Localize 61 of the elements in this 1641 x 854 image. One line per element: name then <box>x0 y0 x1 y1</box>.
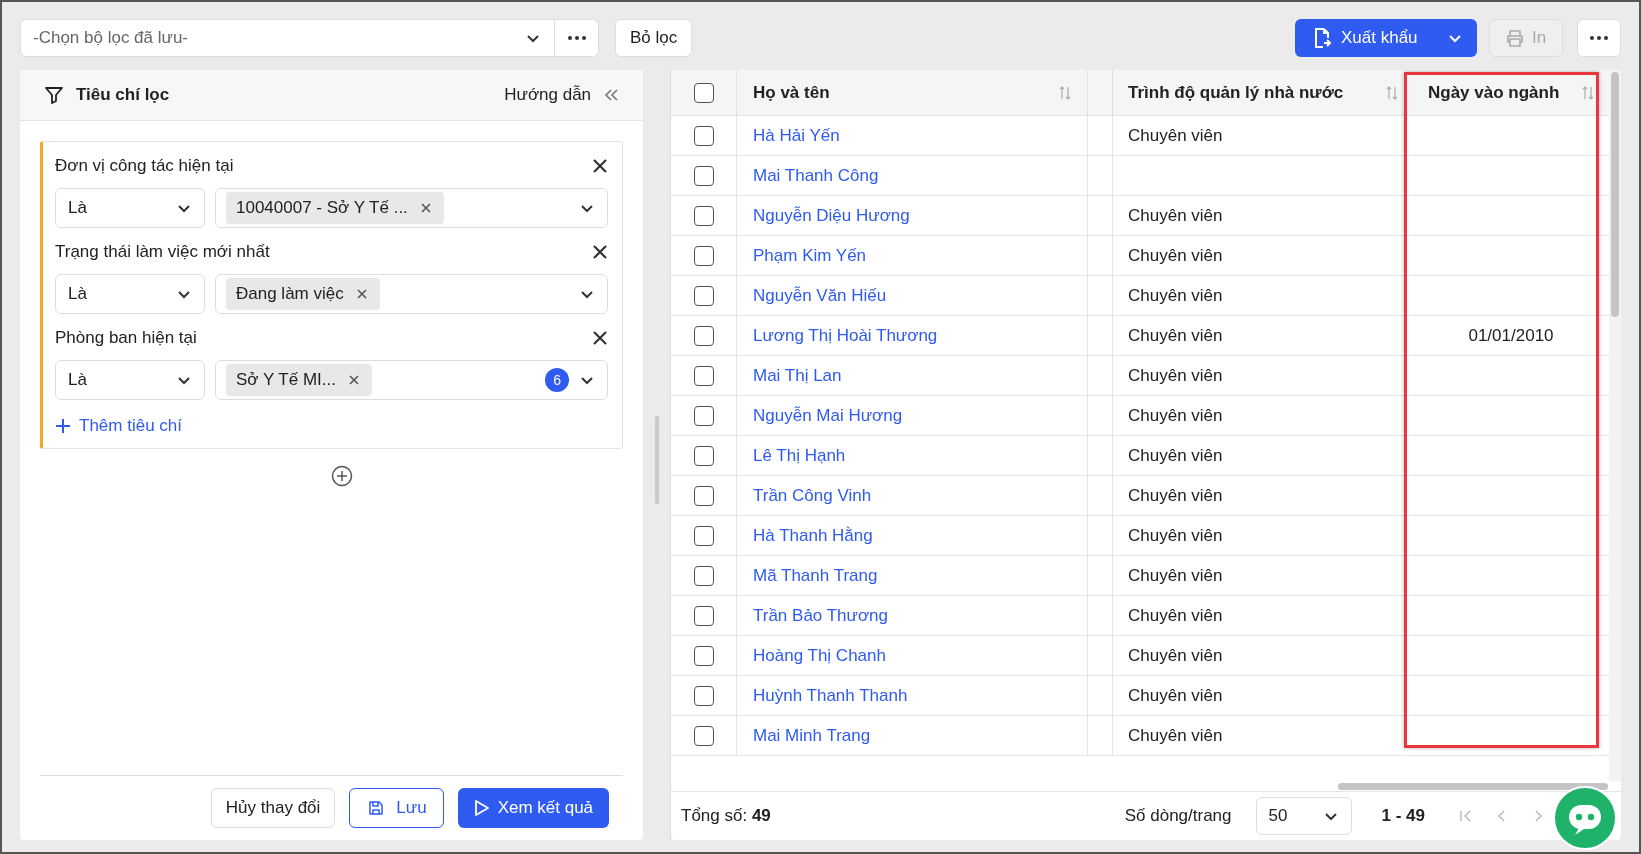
add-criterion-link[interactable]: Thêm tiêu chí <box>55 416 609 436</box>
save-button[interactable]: Lưu <box>349 788 444 828</box>
value-select[interactable]: Sở Y Tế MI... 6 <box>215 360 609 400</box>
operator-select[interactable]: Là <box>55 274 205 314</box>
employee-name-link[interactable]: Trần Công Vinh <box>753 485 872 506</box>
table-cell: Chuyên viên <box>1128 485 1223 506</box>
criterion-label: Trạng thái làm việc mới nhất <box>55 242 270 262</box>
employee-name-link[interactable]: Mai Thanh Công <box>753 165 879 186</box>
employee-name-link[interactable]: Trần Bảo Thương <box>753 605 888 626</box>
employee-name-link[interactable]: Lương Thị Hoài Thương <box>753 325 938 346</box>
table-cell: Chuyên viên <box>1128 285 1223 306</box>
operator-select[interactable]: Là <box>55 188 205 228</box>
employee-name-link[interactable]: Nguyễn Văn Hiếu <box>753 285 887 306</box>
employee-name-link[interactable]: Mã Thanh Trang <box>753 565 878 586</box>
table-cell: 01/01/2010 <box>1468 325 1554 346</box>
column-header[interactable]: Họ và tên <box>737 70 1088 115</box>
employee-name-link[interactable]: Nguyễn Mai Hương <box>753 405 903 426</box>
table-cell: Chuyên viên <box>1128 445 1223 466</box>
value-tag: Sở Y Tế MI... <box>226 364 372 396</box>
employee-name-link[interactable]: Hà Thanh Hằng <box>753 525 873 546</box>
panel-title: Tiêu chí lọc <box>76 85 170 105</box>
count-badge: 6 <box>545 368 570 392</box>
view-results-button[interactable]: Xem kết quả <box>457 788 610 828</box>
table-cell: Chuyên viên <box>1128 125 1223 146</box>
employee-name-link[interactable]: Mai Thị Lan <box>753 365 842 386</box>
employee-name-link[interactable]: Hà Hải Yến <box>753 125 840 146</box>
table-cell: Chuyên viên <box>1128 645 1223 666</box>
saved-filter-select[interactable]: -Chọn bộ lọc đã lưu- <box>20 19 555 57</box>
table-cell: Chuyên viên <box>1128 245 1223 266</box>
table-cell: Chuyên viên <box>1128 605 1223 626</box>
employee-name-link[interactable]: Nguyễn Diệu Hương <box>753 205 910 226</box>
table-cell: Chuyên viên <box>1128 205 1223 226</box>
value-select[interactable]: Đang làm việc <box>215 274 609 314</box>
table-cell: Chuyên viên <box>1128 405 1223 426</box>
page-range: 1 - 49 <box>1381 806 1425 826</box>
table-cell: Chuyên viên <box>1128 325 1223 346</box>
page-size-select[interactable]: 50 <box>1255 797 1352 835</box>
employee-name-link[interactable]: Mai Minh Trang <box>753 725 871 746</box>
page-size-label: Số dòng/trang <box>1124 806 1232 826</box>
value-tag: Đang làm việc <box>226 278 380 310</box>
criterion-label: Đơn vị công tác hiện tại <box>55 156 234 176</box>
guide-link[interactable]: Hướng dẫn <box>504 85 592 105</box>
column-header[interactable]: Trình độ quản lý nhà nước <box>1113 70 1413 115</box>
employee-name-link[interactable]: Lê Thị Hạnh <box>753 445 846 466</box>
employee-name-link[interactable]: Phạm Kim Yến <box>753 245 867 266</box>
table-cell: Chuyên viên <box>1128 365 1223 386</box>
clear-filter-button[interactable]: Bỏ lọc <box>615 19 693 57</box>
operator-select[interactable]: Là <box>55 360 205 400</box>
table-cell: Chuyên viên <box>1128 565 1223 586</box>
table-cell: Chuyên viên <box>1128 525 1223 546</box>
total-count: Tổng số: 49 <box>681 806 771 826</box>
employee-name-link[interactable]: Huỳnh Thanh Thanh <box>753 685 908 706</box>
criterion-label: Phòng ban hiện tại <box>55 328 197 348</box>
value-select[interactable]: 10040007 - Sở Y Tế ... <box>215 188 609 228</box>
value-tag: 10040007 - Sở Y Tế ... <box>226 192 444 224</box>
column-header[interactable]: Ngày vào ngành <box>1413 70 1609 115</box>
cancel-button[interactable]: Hủy thay đổi <box>210 788 336 828</box>
employee-name-link[interactable]: Hoàng Thị Chanh <box>753 645 886 666</box>
table-cell: Chuyên viên <box>1128 725 1223 746</box>
table-cell: Chuyên viên <box>1128 685 1223 706</box>
export-button[interactable]: Xuất khẩu <box>1295 19 1477 57</box>
